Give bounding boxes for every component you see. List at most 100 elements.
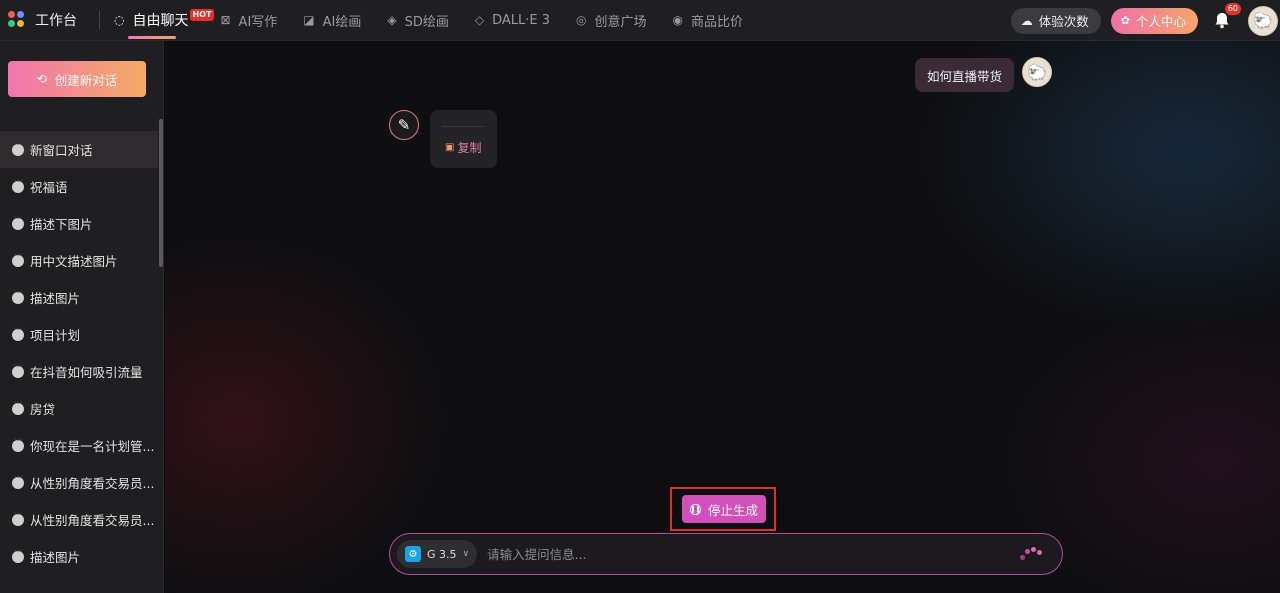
chat-bubble-icon — [12, 436, 24, 452]
sidebar-scrollbar[interactable] — [159, 119, 163, 267]
nav-item-label: 创意广场 — [594, 14, 647, 30]
chat-bubble-icon — [12, 325, 24, 341]
list-item[interactable]: 用中文描述图片 — [0, 242, 158, 279]
experience-count-label: 体验次数 — [1038, 14, 1089, 29]
sheep-avatar-icon: 🐑 — [1027, 62, 1047, 82]
list-item[interactable]: 你现在是一名计划管... — [0, 427, 158, 464]
nav-item-sd-painting[interactable]: ◈ SD绘画 — [387, 0, 449, 41]
list-item[interactable]: 新窗口对话 — [0, 131, 158, 168]
pause-icon: ❚❚ — [689, 503, 701, 515]
bot-message-bubble: ▣ 复制 — [430, 110, 497, 168]
chat-bubble-icon — [12, 510, 24, 526]
logo[interactable]: 工作台 — [8, 0, 77, 41]
list-item[interactable]: 房贷 — [0, 390, 158, 427]
user-center-icon: ✿ — [1120, 14, 1130, 27]
chat-area: 如何直播带货 🐑 ✎ ▣ 复制 ❚❚ 停止生成 ⚙ G 3.5 ∨ — [165, 41, 1280, 593]
bell-icon — [1215, 13, 1229, 29]
chat-title: 祝福语 — [30, 180, 68, 195]
new-chat-button[interactable]: ⟲ 创建新对话 — [8, 61, 146, 97]
chat-bubble-icon — [12, 214, 24, 230]
chat-title: 在抖音如何吸引流量 — [30, 365, 143, 380]
copy-icon: ▣ — [445, 142, 455, 153]
tag-icon: ◉ — [672, 13, 683, 27]
chat-title: 房贷 — [30, 402, 56, 417]
chat-bubble-icon — [12, 362, 24, 378]
copy-button[interactable]: ▣ 复制 — [445, 139, 481, 156]
avatar[interactable]: 🐑 — [1248, 5, 1278, 36]
chat-title: 从性别角度看交易员... — [30, 513, 155, 528]
nav-item-label: SD绘画 — [404, 14, 449, 30]
paint-icon: ◈ — [387, 13, 397, 27]
compass-icon: ◎ — [576, 13, 587, 27]
nav-item-dalle3[interactable]: ◇ DALL·E 3 — [475, 0, 550, 41]
list-item[interactable]: 描述图片 — [0, 279, 158, 316]
openai-icon: ⚙ — [405, 546, 421, 562]
chat-title: 用中文描述图片 — [30, 254, 118, 269]
nav-item-label: DALL·E 3 — [492, 12, 551, 28]
list-item[interactable]: 描述下图片 — [0, 205, 158, 242]
chat-bubble-icon — [12, 547, 24, 563]
nav-item-label: AI绘画 — [322, 14, 362, 30]
chat-bubble-icon: ◌ — [114, 13, 125, 27]
chat-title: 描述下图片 — [30, 217, 93, 232]
nav-item-price-compare[interactable]: ◉ 商品比价 — [673, 0, 744, 41]
nav-item-label: 商品比价 — [691, 14, 744, 30]
hot-badge: HOT — [189, 8, 215, 21]
stop-button-highlight: ❚❚ 停止生成 — [670, 487, 776, 531]
nav-item-ai-writing[interactable]: ⊠ AI写作 — [220, 0, 277, 41]
chat-bubble-icon — [12, 177, 24, 193]
user-center-button[interactable]: ✿ 个人中心 — [1110, 7, 1198, 34]
copy-label: 复制 — [457, 141, 482, 155]
chat-title: 从性别角度看交易员... — [30, 476, 155, 491]
new-chat-label: 创建新对话 — [54, 72, 118, 88]
chat-title: 新窗口对话 — [30, 143, 93, 158]
list-item[interactable]: 祝福语 — [0, 168, 158, 205]
grid-icon: ⊠ — [220, 13, 231, 27]
sidebar: ⟲ 创建新对话 新窗口对话 祝福语 描述下图片 用中文描述图片 描述图片 项目计… — [0, 41, 164, 593]
nav-item-creative-square[interactable]: ◎ 创意广场 — [576, 0, 647, 41]
chat-title: 描述图片 — [30, 550, 81, 565]
brush-icon: ◪ — [303, 13, 315, 27]
stop-generating-button[interactable]: ❚❚ 停止生成 — [682, 495, 766, 523]
list-item[interactable]: 描述图片 — [0, 538, 158, 575]
model-select[interactable]: ⚙ G 3.5 ∨ — [397, 540, 478, 568]
loading-spinner-icon — [1018, 544, 1044, 564]
message-divider — [442, 126, 485, 127]
top-bar: 工作台 ◌ 自由聊天 HOT ⊠ AI写作 ◪ AI绘画 ◈ SD绘画 ◇ DA… — [0, 0, 1280, 41]
nav-item-label: AI写作 — [238, 14, 278, 30]
top-right-actions: ☁ 体验次数 ✿ 个人中心 60 🐑 — [1010, 0, 1280, 41]
user-center-label: 个人中心 — [1135, 14, 1186, 29]
new-chat-icon: ⟲ — [36, 72, 47, 86]
list-item[interactable]: 从性别角度看交易员... — [0, 501, 158, 538]
chat-bubble-icon — [12, 140, 24, 156]
experience-count-button[interactable]: ☁ 体验次数 — [1010, 7, 1101, 34]
list-item[interactable]: 项目计划 — [0, 316, 158, 353]
chat-bubble-icon — [12, 251, 24, 267]
chat-history-list: 新窗口对话 祝福语 描述下图片 用中文描述图片 描述图片 项目计划 在抖音如何吸… — [0, 131, 158, 575]
notification-badge: 60 — [1224, 2, 1241, 15]
main-nav: ◌ 自由聊天 HOT ⊠ AI写作 ◪ AI绘画 ◈ SD绘画 ◇ DALL·E… — [114, 0, 769, 41]
nav-item-free-chat[interactable]: ◌ 自由聊天 HOT — [114, 0, 215, 41]
app-title: 工作台 — [35, 13, 77, 29]
user-message-bubble: 如何直播带货 — [915, 58, 1015, 92]
notification-button[interactable]: 60 — [1212, 2, 1241, 31]
bot-avatar: ✎ — [389, 110, 419, 140]
chat-title: 项目计划 — [30, 328, 81, 343]
prompt-bar: ⚙ G 3.5 ∨ — [389, 533, 1063, 575]
list-item[interactable]: 在抖音如何吸引流量 — [0, 353, 158, 390]
model-label: G 3.5 — [427, 547, 457, 561]
nav-item-ai-painting[interactable]: ◪ AI绘画 — [303, 0, 361, 41]
prompt-input[interactable] — [487, 546, 1018, 562]
list-item[interactable]: 从性别角度看交易员... — [0, 464, 158, 501]
stop-generating-label: 停止生成 — [707, 502, 758, 518]
layers-icon: ◇ — [474, 13, 485, 27]
chevron-down-icon: ∨ — [462, 549, 470, 559]
chat-bubble-icon — [12, 288, 24, 304]
chat-bubble-icon — [12, 399, 24, 415]
nav-divider — [99, 11, 100, 29]
sheep-avatar-icon: 🐑 — [1253, 11, 1273, 30]
nav-item-label: 自由聊天 — [132, 13, 189, 29]
app-logo-icon — [8, 11, 26, 29]
cat-icon: ☁ — [1020, 13, 1033, 28]
chat-title: 描述图片 — [30, 291, 81, 306]
